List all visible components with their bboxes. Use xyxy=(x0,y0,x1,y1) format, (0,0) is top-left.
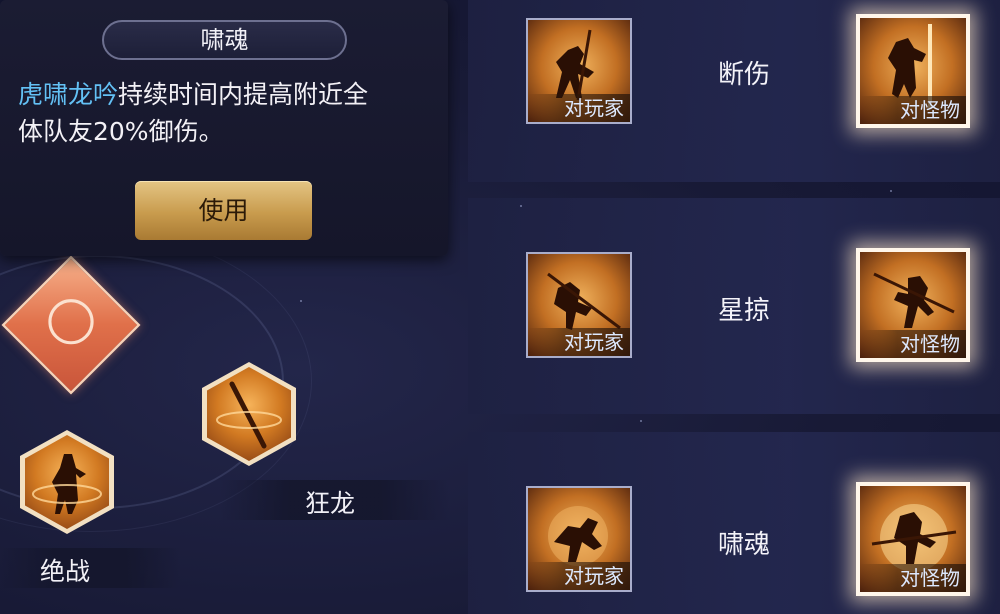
duanshang-player-card[interactable]: 对玩家 xyxy=(526,18,632,124)
duanshang-monster-card[interactable]: 对怪物 xyxy=(856,14,970,128)
skill-tooltip: 啸魂 虎啸龙吟持续时间内提高附近全 体队友20%御伤。 使用 xyxy=(0,0,448,256)
xinglue-monster-tag: 对怪物 xyxy=(860,330,966,358)
skill-row-duanshang: 对玩家 断伤 对怪物 xyxy=(468,0,1000,182)
duanshang-player-tag: 对玩家 xyxy=(528,94,630,122)
duanshang-monster-tag: 对怪物 xyxy=(860,96,966,124)
sparkle-decoration xyxy=(300,300,302,302)
duanshang-name: 断伤 xyxy=(718,60,771,90)
talent-wheel-panel: 狂龙 绝战 啸魂 虎啸龙吟持续时间内提高附近全 体队友20%御伤。 使用 xyxy=(0,0,460,614)
xiaohun-player-tag: 对玩家 xyxy=(528,562,630,590)
skill-juezhan-label: 绝战 xyxy=(40,557,91,586)
skill-row-xiaohun: 对玩家 啸魂 对怪物 xyxy=(468,432,1000,614)
xinglue-player-card[interactable]: 对玩家 xyxy=(526,252,632,358)
xiaohun-player-card[interactable]: 对玩家 xyxy=(526,486,632,592)
skill-kuanglong-label: 狂龙 xyxy=(305,489,356,518)
tooltip-desc-line2: 体队友20%御伤。 xyxy=(18,117,224,146)
skill-row-xinglue: 对玩家 星掠 对怪物 xyxy=(468,198,1000,414)
tooltip-desc-highlight: 虎啸龙吟 xyxy=(18,80,119,109)
tooltip-desc-line1: 持续时间内提高附近全 xyxy=(118,80,369,109)
xiaohun-name: 啸魂 xyxy=(718,530,771,560)
xiaohun-monster-card[interactable]: 对怪物 xyxy=(856,482,970,596)
xiaohun-monster-tag: 对怪物 xyxy=(860,564,966,592)
xinglue-player-tag: 对玩家 xyxy=(528,328,630,356)
tooltip-description: 虎啸龙吟持续时间内提高附近全 体队友20%御伤。 xyxy=(18,76,433,150)
diamond-emblem xyxy=(39,289,103,354)
sparkle-decoration xyxy=(640,420,642,422)
use-button[interactable]: 使用 xyxy=(135,181,312,240)
tooltip-title: 啸魂 xyxy=(102,20,347,60)
sparkle-decoration xyxy=(520,205,522,207)
sparkle-decoration xyxy=(890,190,892,192)
xinglue-monster-card[interactable]: 对怪物 xyxy=(856,248,970,362)
xinglue-name: 星掠 xyxy=(718,296,771,326)
